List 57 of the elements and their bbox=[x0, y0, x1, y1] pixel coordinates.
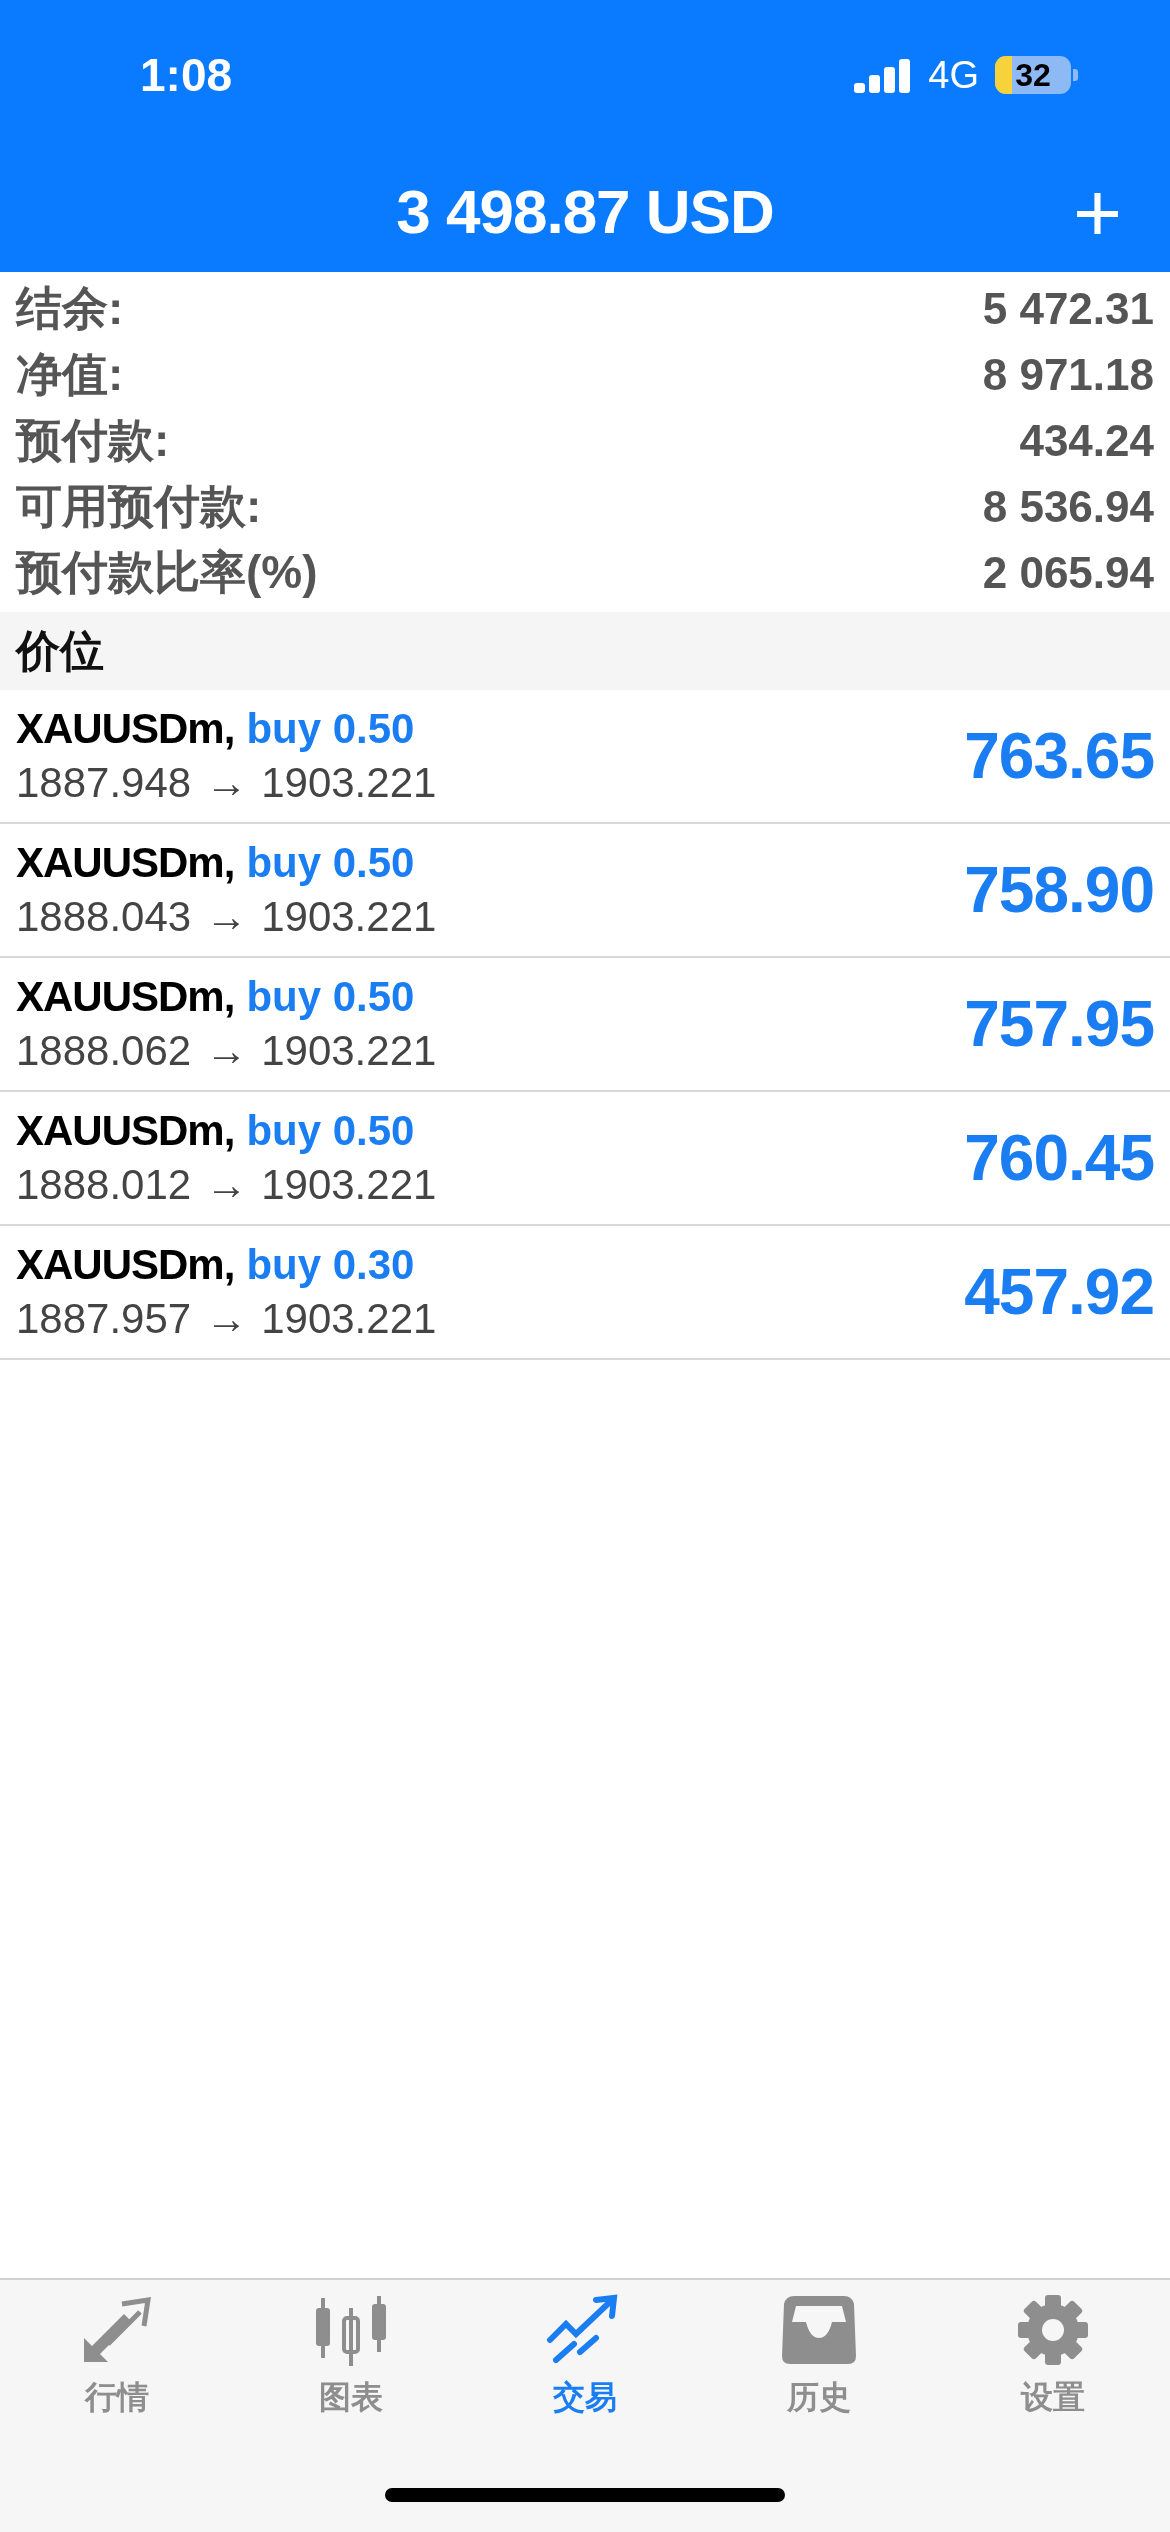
profit-value: 760.45 bbox=[964, 1121, 1154, 1195]
add-button[interactable]: + bbox=[1072, 170, 1122, 254]
summary-value: 2 065.94 bbox=[982, 548, 1154, 598]
profit-value: 758.90 bbox=[964, 853, 1154, 927]
position-row[interactable]: XAUUSDm, buy 0.50 1888.012 → 1903.221 760.45 bbox=[0, 1092, 1170, 1226]
order-side: buy 0.50 bbox=[246, 1107, 415, 1155]
tab[interactable]: 设置 bbox=[953, 2294, 1153, 2420]
position-row[interactable]: XAUUSDm, buy 0.50 1888.062 → 1903.221 757.95 bbox=[0, 958, 1170, 1092]
summary-label: 可用预付款: bbox=[16, 479, 262, 534]
current-price: 1903.221 bbox=[261, 1027, 437, 1075]
order-side: buy 0.50 bbox=[246, 705, 415, 753]
inbox-tray-icon bbox=[780, 2294, 858, 2366]
arrow-label: → bbox=[205, 893, 248, 941]
tab[interactable]: 行情 bbox=[17, 2294, 217, 2420]
summary-value: 434.24 bbox=[1019, 416, 1154, 466]
symbol-label: XAUUSDm, bbox=[16, 705, 235, 753]
summary-value: 8 971.18 bbox=[982, 350, 1154, 400]
arrow-label: → bbox=[205, 1161, 248, 1209]
arrow-label: → bbox=[205, 759, 248, 807]
arrow-label: → bbox=[205, 1027, 248, 1075]
symbol-label: XAUUSDm, bbox=[16, 839, 235, 887]
summary-value: 5 472.31 bbox=[982, 284, 1154, 334]
position-row[interactable]: XAUUSDm, buy 0.50 1887.948 → 1903.221 763.65 bbox=[0, 690, 1170, 824]
section-title: 价位 bbox=[16, 624, 104, 677]
summary-label: 净值: bbox=[16, 347, 124, 402]
summary-label: 结余: bbox=[16, 281, 124, 336]
network-label: 4G bbox=[928, 53, 979, 97]
balance-title: 3 498.87 USD bbox=[396, 175, 774, 247]
tab[interactable]: 历史 bbox=[719, 2294, 919, 2420]
symbol-label: XAUUSDm, bbox=[16, 1241, 235, 1289]
order-side: buy 0.30 bbox=[246, 1241, 415, 1289]
open-price: 1887.948 bbox=[16, 759, 192, 807]
order-side: buy 0.50 bbox=[246, 839, 415, 887]
position-row[interactable]: XAUUSDm, buy 0.50 1888.043 → 1903.221 758.90 bbox=[0, 824, 1170, 958]
open-price: 1888.062 bbox=[16, 1027, 192, 1075]
current-price: 1903.221 bbox=[261, 759, 437, 807]
open-price: 1888.043 bbox=[16, 893, 192, 941]
signal-icon bbox=[854, 57, 913, 93]
summary-label: 预付款比率(%) bbox=[16, 545, 318, 600]
summary-label: 预付款: bbox=[16, 413, 170, 468]
profit-value: 457.92 bbox=[964, 1255, 1154, 1329]
arrow-label: → bbox=[205, 1295, 248, 1343]
status-time: 1:08 bbox=[140, 48, 233, 102]
open-price: 1888.012 bbox=[16, 1161, 192, 1209]
summary-value: 8 536.94 bbox=[982, 482, 1154, 532]
position-row[interactable]: XAUUSDm, buy 0.30 1887.957 → 1903.221 457.92 bbox=[0, 1226, 1170, 1360]
symbol-label: XAUUSDm, bbox=[16, 1107, 235, 1155]
current-price: 1903.221 bbox=[261, 893, 437, 941]
order-side: buy 0.50 bbox=[246, 973, 415, 1021]
tab[interactable]: 图表 bbox=[251, 2294, 451, 2420]
tab[interactable]: 交易 bbox=[485, 2294, 685, 2420]
current-price: 1903.221 bbox=[261, 1295, 437, 1343]
symbol-label: XAUUSDm, bbox=[16, 973, 235, 1021]
profit-value: 757.95 bbox=[964, 987, 1154, 1061]
profit-value: 763.65 bbox=[964, 719, 1154, 793]
current-price: 1903.221 bbox=[261, 1161, 437, 1209]
open-price: 1887.957 bbox=[16, 1295, 192, 1343]
